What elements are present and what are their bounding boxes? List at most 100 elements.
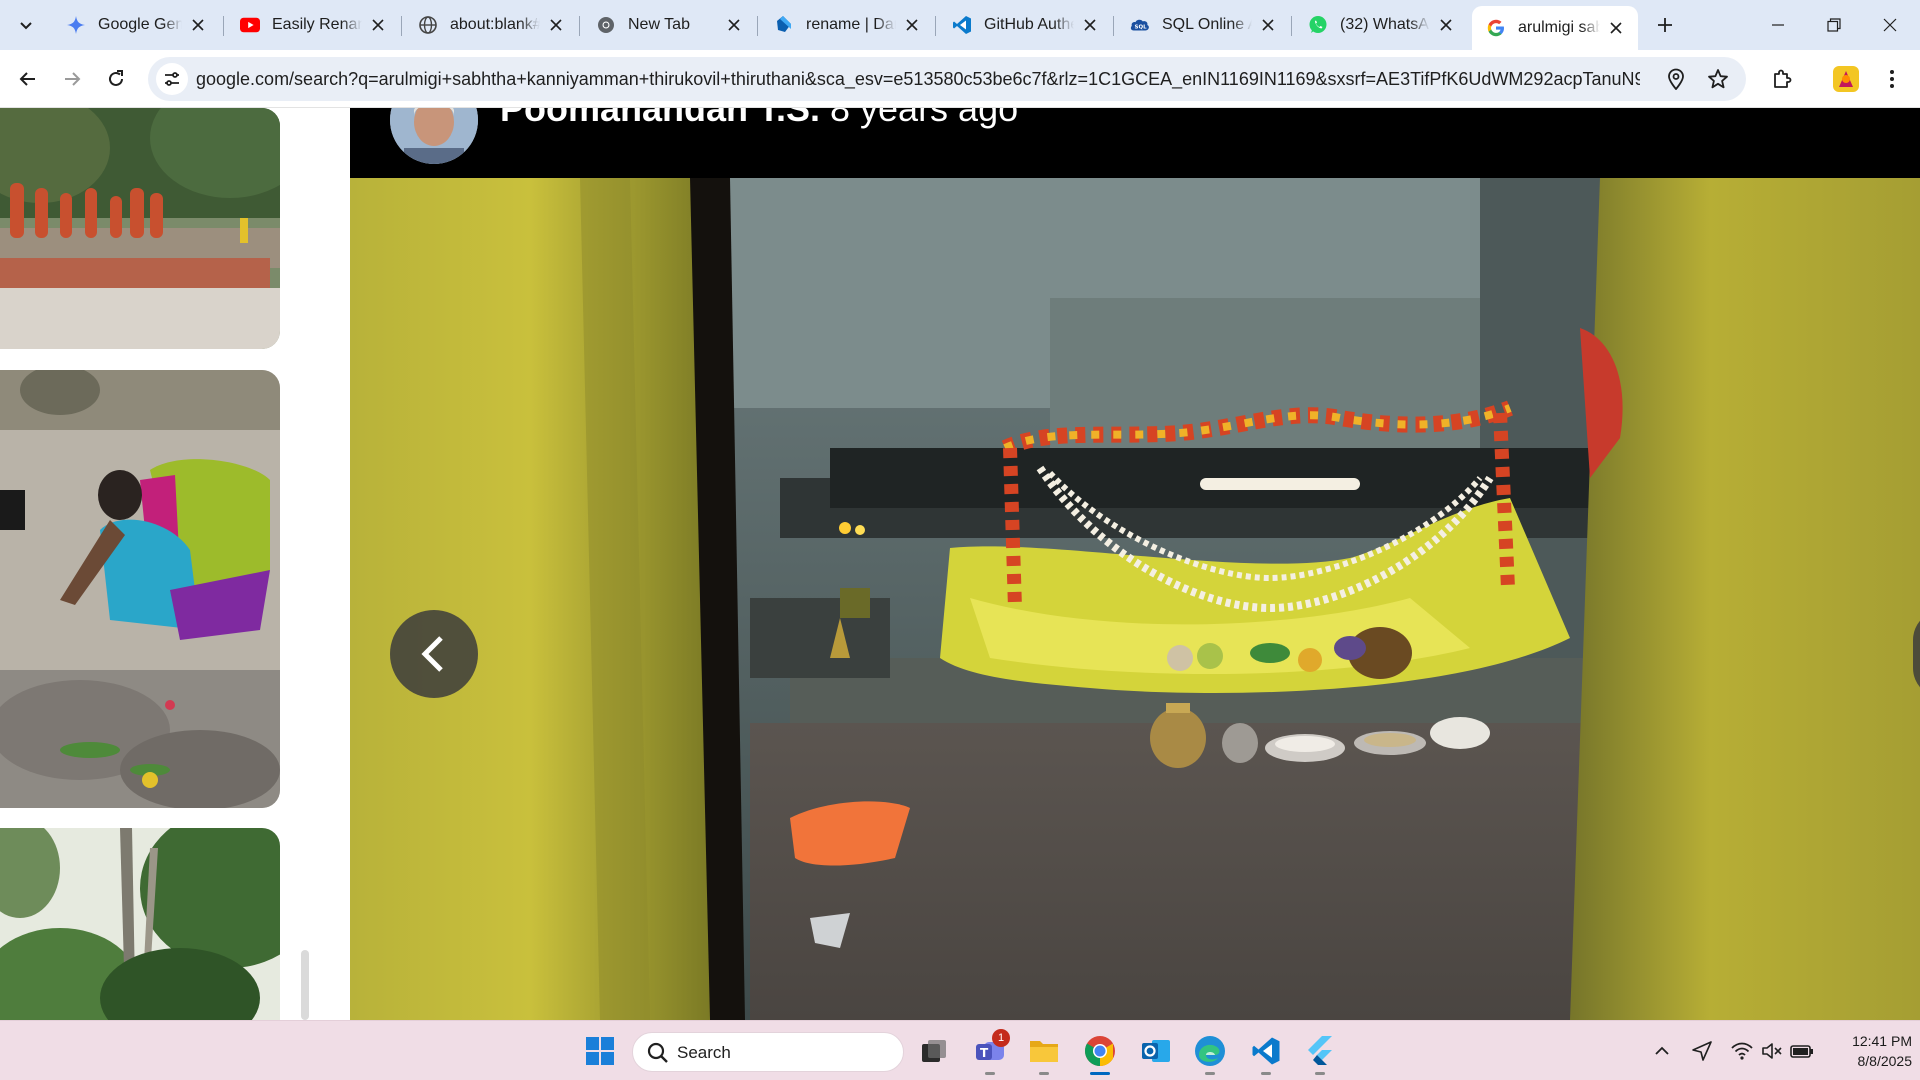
tab-separator	[223, 16, 224, 36]
running-indicator	[1090, 1072, 1110, 1075]
arrow-left-icon	[19, 72, 35, 86]
tab-github-auth[interactable]: GitHub Authe	[938, 6, 1112, 44]
shrine-photo	[350, 178, 1920, 1020]
show-hidden-icons-button[interactable]	[1650, 1039, 1674, 1063]
reload-icon	[109, 70, 123, 86]
author-name[interactable]: Poomanandan T.S.	[500, 108, 820, 130]
tab-about-blank[interactable]: about:blank#	[404, 6, 578, 44]
folder-icon	[1030, 1041, 1058, 1062]
page-content: Poomanandan T.S. 8 years ago	[0, 108, 1920, 1020]
sql-icon: SQL	[1130, 15, 1150, 35]
running-indicator	[1261, 1072, 1271, 1075]
tab-title: about:blank#	[450, 16, 540, 33]
close-icon[interactable]	[1258, 15, 1278, 35]
new-tab-button[interactable]	[1650, 10, 1680, 40]
image-thumbnail[interactable]	[0, 370, 280, 808]
close-icon[interactable]	[1080, 15, 1100, 35]
minimize-button[interactable]	[1750, 0, 1806, 50]
teams-app[interactable]: T 1	[968, 1029, 1012, 1075]
running-indicator	[985, 1072, 995, 1075]
youtube-icon	[240, 15, 260, 35]
tab-title: arulmigi sab	[1518, 19, 1600, 36]
edge-icon	[1195, 1036, 1225, 1066]
windows-taskbar: Search T 1 12:41 PM 8/8/2025	[0, 1020, 1920, 1080]
wifi-icon[interactable]	[1730, 1039, 1754, 1063]
dart-icon	[774, 15, 794, 35]
post-time: 8 years ago	[830, 108, 1019, 129]
tab-separator	[757, 16, 758, 36]
chevron-down-icon	[20, 22, 32, 30]
extensions-button[interactable]	[1766, 63, 1798, 95]
image-thumbnail[interactable]	[0, 108, 280, 349]
arrow-right-icon	[65, 72, 81, 86]
bookmark-star-icon[interactable]	[1706, 67, 1730, 91]
forward-button[interactable]	[56, 63, 88, 95]
close-icon[interactable]	[368, 15, 388, 35]
file-explorer-app[interactable]	[1022, 1029, 1066, 1075]
tab-whatsapp[interactable]: (32) WhatsAp	[1294, 6, 1468, 44]
outlook-app[interactable]	[1134, 1029, 1178, 1073]
tab-sql-online[interactable]: SQL SQL Online A	[1116, 6, 1290, 44]
site-info-button[interactable]	[156, 63, 188, 95]
running-indicator	[1039, 1072, 1049, 1075]
chrome-app[interactable]	[1078, 1029, 1122, 1075]
close-icon[interactable]	[724, 15, 744, 35]
taskbar-search[interactable]: Search	[632, 1032, 904, 1072]
battery-icon[interactable]	[1790, 1039, 1814, 1063]
restore-button[interactable]	[1806, 0, 1862, 50]
location-tray-icon[interactable]	[1690, 1039, 1714, 1063]
running-indicator	[1205, 1072, 1215, 1075]
svg-text:T: T	[980, 1046, 989, 1060]
clock-date: 8/8/2025	[1857, 1053, 1913, 1069]
whatsapp-icon	[1308, 15, 1328, 35]
notification-badge: 1	[992, 1029, 1010, 1047]
start-button[interactable]	[580, 1031, 620, 1071]
reload-button[interactable]	[100, 63, 132, 95]
close-window-button[interactable]	[1862, 0, 1918, 50]
tab-title: Google Gemini	[98, 16, 182, 33]
volume-muted-icon[interactable]	[1760, 1039, 1784, 1063]
vscode-icon	[952, 15, 972, 35]
tab-search-button[interactable]	[10, 9, 42, 41]
image-thumbnail[interactable]	[0, 828, 280, 1020]
chrome-icon	[596, 15, 616, 35]
menu-button[interactable]	[1876, 63, 1908, 95]
scrollbar-thumb[interactable]	[301, 950, 309, 1020]
search-label: Search	[677, 1043, 731, 1062]
svg-text:SQL: SQL	[1135, 25, 1148, 31]
tab-strip: Google Gemini Easily Rename about:blank#…	[0, 0, 1920, 50]
task-view-button[interactable]	[912, 1029, 956, 1073]
tab-title: SQL Online A	[1162, 16, 1252, 33]
url-text[interactable]: google.com/search?q=arulmigi+sabhtha+kan…	[196, 69, 1640, 90]
tab-easily-rename[interactable]: Easily Rename	[226, 6, 400, 44]
puzzle-icon	[1774, 69, 1792, 88]
location-icon[interactable]	[1664, 67, 1688, 91]
back-button[interactable]	[12, 63, 44, 95]
restore-icon	[1827, 18, 1841, 32]
vscode-app[interactable]	[1244, 1029, 1288, 1075]
previous-image-button[interactable]	[390, 610, 478, 698]
tab-arulmigi-search[interactable]: arulmigi sab	[1472, 6, 1638, 50]
close-icon[interactable]	[188, 15, 208, 35]
tab-title: (32) WhatsAp	[1340, 16, 1430, 33]
close-icon[interactable]	[1436, 15, 1456, 35]
edge-app[interactable]	[1188, 1029, 1232, 1075]
tab-separator	[1291, 16, 1292, 36]
address-bar[interactable]: google.com/search?q=arulmigi+sabhtha+kan…	[148, 57, 1746, 101]
close-icon[interactable]	[546, 15, 566, 35]
gemini-icon	[66, 15, 86, 35]
search-icon	[647, 1042, 668, 1063]
author-avatar[interactable]	[390, 108, 478, 164]
profile-avatar[interactable]	[1830, 63, 1862, 95]
tab-rename-dart[interactable]: rename | Dart	[760, 6, 934, 44]
flutter-icon	[1308, 1036, 1332, 1065]
tab-new-tab[interactable]: New Tab	[582, 6, 756, 44]
tab-title: GitHub Authe	[984, 16, 1074, 33]
close-icon[interactable]	[902, 15, 922, 35]
tab-google-gemini[interactable]: Google Gemini	[52, 6, 220, 44]
chevron-left-icon	[421, 636, 443, 672]
system-clock[interactable]: 12:41 PM 8/8/2025	[1820, 1031, 1912, 1071]
flutter-app[interactable]	[1298, 1029, 1342, 1075]
image-viewer: Poomanandan T.S. 8 years ago	[350, 108, 1920, 1020]
close-icon[interactable]	[1606, 18, 1626, 38]
